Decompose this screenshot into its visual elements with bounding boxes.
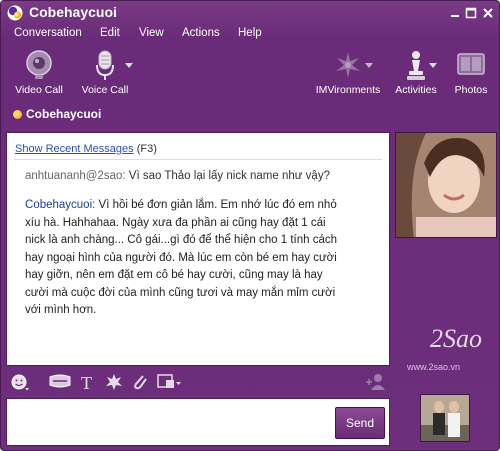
menu-view[interactable]: View [139,27,164,39]
contact-photo-image [396,133,496,237]
menu-actions[interactable]: Actions [182,27,220,39]
text-format-icon[interactable]: T [78,372,98,392]
message-line: với mình hơn. [25,304,97,316]
message: Cobehaycuoi: Vì hồi bé đơn giản lắm. Em … [25,197,385,320]
recent-shortcut: (F3) [136,143,157,155]
activities-button[interactable]: Activities [393,47,439,101]
format-toolbar: T [6,370,390,394]
photos-button[interactable]: Photos [451,47,491,101]
show-recent-messages-link[interactable]: Show Recent Messages [15,143,134,155]
chevron-down-icon[interactable] [125,63,133,69]
message: anhtuananh@2sao: Vì sao Thảo lại lấy nic… [25,170,330,182]
message-sender: anhtuananh@2sao: [25,170,126,182]
menu-bar: Conversation Edit View Actions Help [1,27,499,45]
watermark-url: www.2sao.vn [407,362,461,372]
attach-icon[interactable] [130,372,150,392]
message-line: nick là anh chàng... Cô gái...gì đó để t… [25,234,337,246]
voice-call-label: Voice Call [81,84,129,96]
message-line: hay giỡn, nên em đặt em cô bé hay cười, … [25,269,323,281]
recent-messages: Show Recent Messages (F3) [15,143,157,155]
menu-help[interactable]: Help [238,27,262,39]
activities-label: Activities [395,84,437,96]
smiley-icon[interactable] [10,372,30,392]
share-icon[interactable] [156,372,182,392]
imvironments-button[interactable]: IMVironments [315,47,381,101]
message-sender: Cobehaycuoi: [25,199,96,211]
imvironments-icon [336,52,360,78]
message-line: hay ngoại hình của người đó. Mà lúc em c… [25,251,337,264]
menu-conversation[interactable]: Conversation [14,27,82,39]
send-button[interactable]: Send [335,407,385,439]
imvironments-label: IMVironments [315,84,381,96]
side-panel: 2Sao www.2sao.vn [394,132,498,448]
message-line: xíu hà. Hahhahaa. Ngày xưa đa phần ai cũ… [25,216,326,229]
message-input[interactable] [6,398,390,446]
voice-call-button[interactable]: Voice Call [77,47,133,101]
photos-icon [457,53,485,75]
conversation-pane[interactable]: Show Recent Messages (F3) anhtuananh@2sa… [6,132,390,366]
my-avatar[interactable] [420,394,470,442]
chevron-down-icon[interactable] [429,63,437,69]
webcam-icon [26,50,52,79]
audible-icon[interactable] [104,372,124,392]
title-bar[interactable]: Cobehaycuoi [1,1,499,25]
microphone-icon [96,50,114,80]
chess-piece-icon [407,51,425,80]
buzz-icon[interactable] [48,372,72,392]
message-line: cười mà cuộc đời của mình cũng tươi và m… [25,286,336,299]
video-call-button[interactable]: Video Call [11,47,67,101]
minimize-icon[interactable] [449,7,461,19]
status-icon [13,110,22,119]
message-text: Vì sao Thảo lại lấy nick name như vậy? [128,170,330,182]
maximize-icon[interactable] [465,7,477,19]
menu-edit[interactable]: Edit [100,27,120,39]
message-line: Vì hồi bé đơn giản lắm. Em nhớ lúc đó em… [98,199,337,211]
watermark-logo: 2Sao [430,324,482,353]
close-icon[interactable] [482,7,494,19]
video-call-label: Video Call [15,84,63,96]
yahoo-logo-icon [7,5,23,21]
toolbar: Video Call Voice Call IMVironments Activ… [1,47,499,101]
avatar-image [421,395,469,441]
contact-bar: Cobehaycuoi [1,105,499,125]
chat-window: Cobehaycuoi Conversation Edit View Actio… [0,0,500,451]
chevron-down-icon[interactable] [365,63,373,69]
contact-name[interactable]: Cobehaycuoi [26,107,101,121]
svg-text:T: T [81,373,92,392]
photos-label: Photos [454,84,488,96]
contact-photo[interactable] [395,132,497,238]
window-title: Cobehaycuoi [29,4,117,20]
divider [14,159,382,160]
add-contact-icon[interactable] [364,372,388,392]
